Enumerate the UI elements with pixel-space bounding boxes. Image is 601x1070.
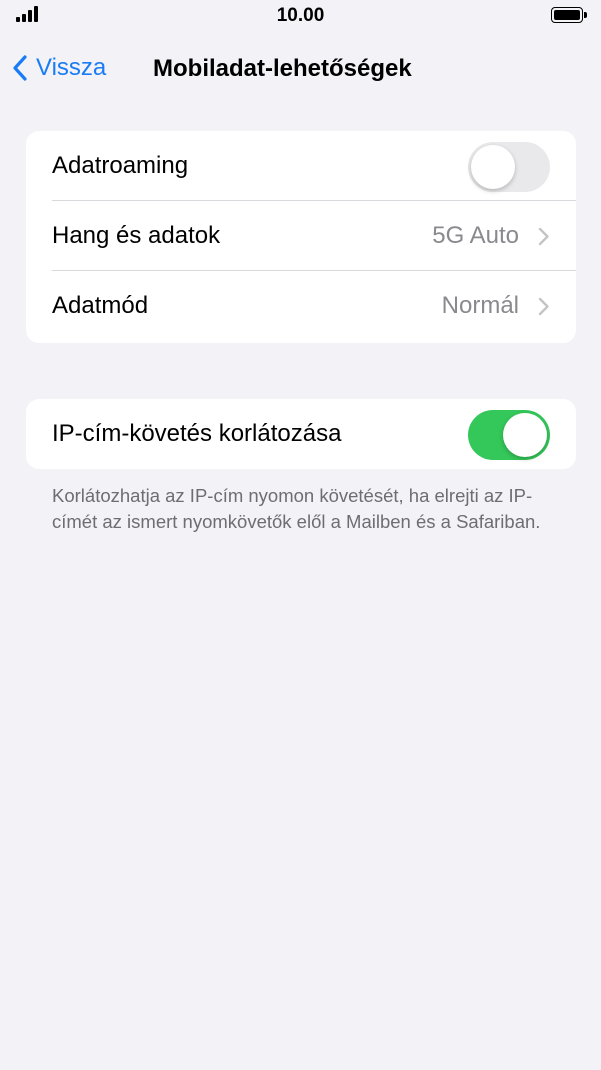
limit-ip-tracking-label: IP-cím-követés korlátozása [52, 420, 342, 447]
ip-tracking-footer-note: Korlátozhatja az IP-cím nyomon követését… [52, 485, 541, 532]
data-mode-label: Adatmód [52, 292, 149, 319]
back-button[interactable]: Vissza [12, 50, 106, 86]
chevron-right-icon [538, 227, 549, 246]
page-title: Mobiladat-lehetőségek [153, 55, 412, 82]
data-roaming-toggle[interactable] [468, 142, 550, 192]
limit-ip-tracking-toggle[interactable] [468, 410, 550, 460]
row-data-mode[interactable]: Adatmód Normál [26, 271, 576, 341]
row-limit-ip-tracking: IP-cím-követés korlátozása [26, 399, 576, 469]
ip-tracking-settings-group: IP-cím-követés korlátozása [26, 399, 576, 469]
chevron-left-icon [13, 55, 27, 81]
row-voice-and-data[interactable]: Hang és adatok 5G Auto [26, 201, 576, 271]
navigation-bar: Vissza Mobiladat-lehetőségek [0, 44, 601, 94]
mobile-data-settings-group: Adatroaming Hang és adatok 5G Auto Adatm… [26, 131, 576, 343]
back-button-label: Vissza [36, 54, 107, 81]
battery-icon [551, 7, 587, 23]
status-time: 10.00 [276, 5, 325, 26]
status-bar: 10.00 [0, 0, 601, 34]
data-roaming-label: Adatroaming [52, 152, 189, 179]
row-data-roaming: Adatroaming [26, 131, 576, 201]
data-mode-value: Normál [441, 292, 519, 319]
voice-and-data-label: Hang és adatok [52, 222, 221, 249]
chevron-right-icon [538, 297, 549, 316]
voice-and-data-value: 5G Auto [432, 222, 519, 249]
